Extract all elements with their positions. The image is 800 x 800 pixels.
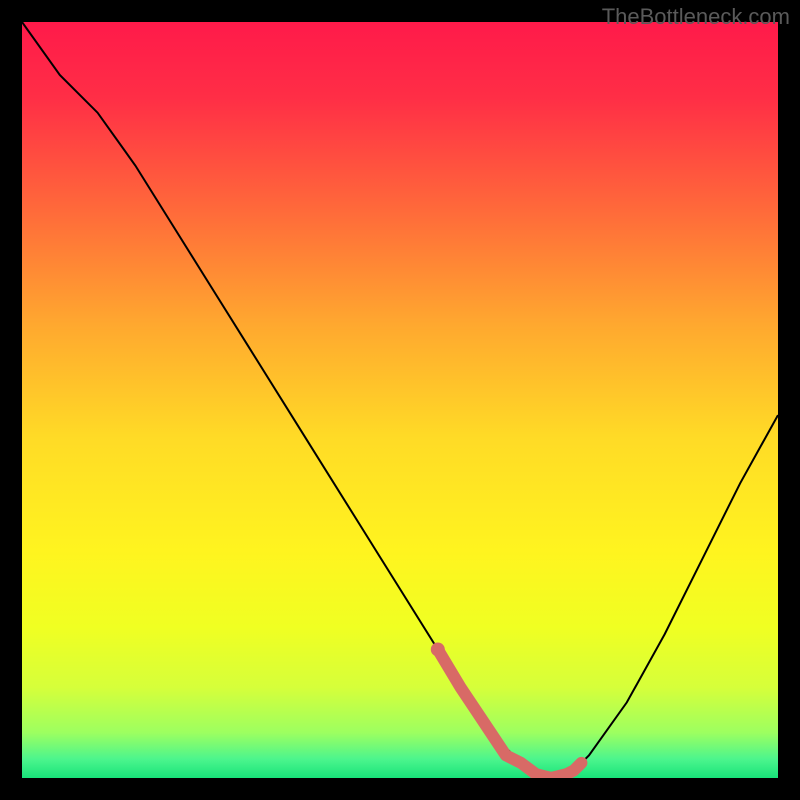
chart-background-gradient bbox=[22, 22, 778, 778]
optimal-start-dot bbox=[431, 642, 445, 656]
chart-svg bbox=[22, 22, 778, 778]
bottleneck-chart bbox=[22, 22, 778, 778]
chart-frame: TheBottleneck.com bbox=[0, 0, 800, 800]
watermark-text: TheBottleneck.com bbox=[602, 4, 790, 30]
